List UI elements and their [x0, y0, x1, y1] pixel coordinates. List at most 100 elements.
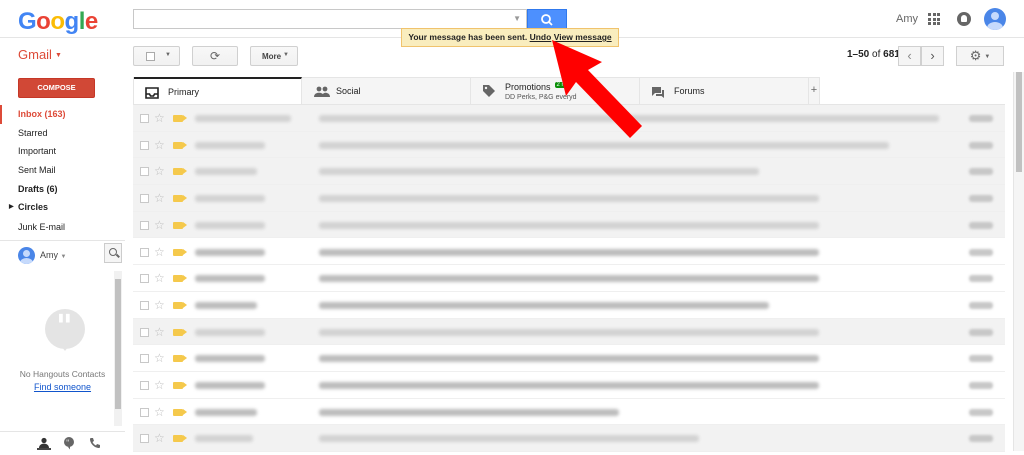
sender-redacted	[195, 141, 265, 149]
table-row[interactable]: ☆	[133, 398, 1005, 426]
search-input[interactable]: ▼	[133, 9, 527, 29]
date-redacted	[969, 141, 993, 149]
select-all-button[interactable]: ▼	[133, 46, 180, 66]
star-icon[interactable]: ☆	[154, 138, 165, 152]
subject-redacted	[319, 275, 819, 283]
star-icon[interactable]: ☆	[154, 218, 165, 232]
row-checkbox[interactable]	[140, 381, 149, 390]
importance-marker-icon[interactable]	[173, 408, 187, 416]
row-checkbox[interactable]	[140, 354, 149, 364]
google-logo[interactable]: Google	[18, 8, 98, 36]
table-row[interactable]: ☆	[133, 318, 1005, 346]
apps-grid-icon[interactable]	[928, 13, 940, 25]
sender-redacted	[195, 195, 265, 203]
main-scrollbar[interactable]	[1013, 72, 1024, 451]
table-row[interactable]: ☆	[133, 372, 1005, 399]
sidebar-item-inbox[interactable]: Inbox (163)	[0, 105, 125, 124]
importance-marker-icon[interactable]	[173, 301, 187, 309]
star-icon[interactable]: ☆	[154, 405, 165, 419]
gmail-menu[interactable]: Gmail ▼	[18, 47, 62, 62]
sidebar-item-drafts[interactable]: Drafts (6)	[0, 180, 125, 199]
row-checkbox[interactable]	[140, 434, 149, 444]
avatar[interactable]	[18, 247, 35, 264]
select-checkbox[interactable]	[146, 52, 155, 61]
subject-redacted	[319, 301, 769, 309]
newer-button[interactable]: ‹	[898, 46, 921, 66]
search-button[interactable]	[527, 9, 567, 29]
expand-triangle-icon[interactable]: ▶	[9, 198, 14, 217]
star-icon[interactable]: ☆	[154, 378, 165, 392]
account-avatar-icon[interactable]	[984, 8, 1006, 30]
hangouts-panel: Amy ▼ " No Hangouts Contacts Find someon…	[0, 240, 125, 451]
importance-marker-icon[interactable]	[173, 195, 187, 203]
importance-marker-icon[interactable]	[173, 275, 187, 283]
older-button[interactable]: ›	[921, 46, 944, 66]
table-row[interactable]: ☆	[133, 158, 1005, 186]
star-icon[interactable]: ☆	[154, 298, 165, 312]
table-row[interactable]: ☆	[133, 345, 1005, 372]
find-someone-link[interactable]: Find someone	[0, 382, 125, 392]
importance-marker-icon[interactable]	[173, 382, 187, 389]
hangouts-search-button[interactable]	[104, 243, 122, 263]
row-checkbox[interactable]	[140, 220, 149, 230]
row-checkbox[interactable]	[140, 274, 149, 284]
importance-marker-icon[interactable]	[173, 355, 187, 363]
tab-primary[interactable]: Primary	[134, 77, 302, 105]
importance-marker-icon[interactable]	[173, 328, 187, 336]
star-icon[interactable]: ☆	[154, 164, 165, 178]
star-icon[interactable]: ☆	[154, 245, 165, 259]
importance-marker-icon[interactable]	[173, 435, 187, 443]
importance-marker-icon[interactable]	[173, 248, 187, 256]
hangouts-user[interactable]: Amy ▼	[40, 250, 66, 260]
sidebar-item-junk-email[interactable]: Junk E-mail	[18, 222, 65, 232]
subject-redacted	[319, 195, 819, 203]
sender-redacted	[195, 115, 291, 122]
phone-icon[interactable]	[88, 436, 102, 450]
star-icon[interactable]: ☆	[154, 431, 165, 445]
user-name[interactable]: Amy	[896, 13, 918, 25]
row-checkbox[interactable]	[140, 327, 149, 337]
table-row[interactable]: ☆	[133, 185, 1005, 212]
more-button[interactable]: More ▼	[250, 46, 298, 66]
star-icon[interactable]: ☆	[154, 271, 165, 285]
sidebar-item-circles[interactable]: ▶ Circles	[0, 198, 125, 217]
star-icon[interactable]: ☆	[154, 111, 165, 125]
tab-forums[interactable]: Forums	[640, 78, 809, 105]
sender-redacted	[195, 301, 257, 309]
date-redacted	[969, 382, 993, 389]
importance-marker-icon[interactable]	[173, 115, 187, 122]
notifications-icon[interactable]	[957, 12, 971, 26]
importance-marker-icon[interactable]	[173, 168, 187, 176]
add-tab-button[interactable]: +	[808, 77, 820, 104]
row-checkbox[interactable]	[140, 407, 149, 417]
table-row[interactable]: ☆	[133, 211, 1005, 239]
table-row[interactable]: ☆	[133, 238, 1005, 266]
tab-social[interactable]: Social	[302, 78, 471, 105]
star-icon[interactable]: ☆	[154, 351, 165, 365]
row-checkbox[interactable]	[140, 167, 149, 177]
star-icon[interactable]: ☆	[154, 325, 165, 339]
table-row[interactable]: ☆	[133, 291, 1005, 319]
tag-icon	[483, 85, 495, 97]
search-options-icon[interactable]: ▼	[513, 14, 521, 23]
refresh-button[interactable]: ⟳	[192, 46, 238, 66]
table-row[interactable]: ☆	[133, 265, 1005, 292]
row-checkbox[interactable]	[140, 194, 149, 204]
table-row[interactable]: ☆	[133, 425, 1005, 453]
row-checkbox[interactable]	[140, 247, 149, 257]
star-icon[interactable]: ☆	[154, 191, 165, 205]
pagination-count[interactable]: 1–50 of 681	[847, 49, 900, 60]
row-checkbox[interactable]	[140, 140, 149, 150]
sidebar-item-starred[interactable]: Starred	[0, 124, 125, 143]
sidebar-item-important[interactable]: Important	[0, 142, 125, 161]
person-icon[interactable]	[37, 436, 51, 450]
settings-button[interactable]: ⚙ ▼	[956, 46, 1004, 66]
compose-button[interactable]: COMPOSE	[18, 78, 95, 98]
hangouts-quote-icon[interactable]: "	[62, 436, 76, 450]
row-checkbox[interactable]	[140, 300, 149, 310]
row-checkbox[interactable]	[140, 114, 149, 123]
importance-marker-icon[interactable]	[173, 141, 187, 149]
importance-marker-icon[interactable]	[173, 221, 187, 229]
hangouts-scrollbar[interactable]	[114, 271, 122, 426]
sidebar-item-sent-mail[interactable]: Sent Mail	[0, 161, 125, 180]
